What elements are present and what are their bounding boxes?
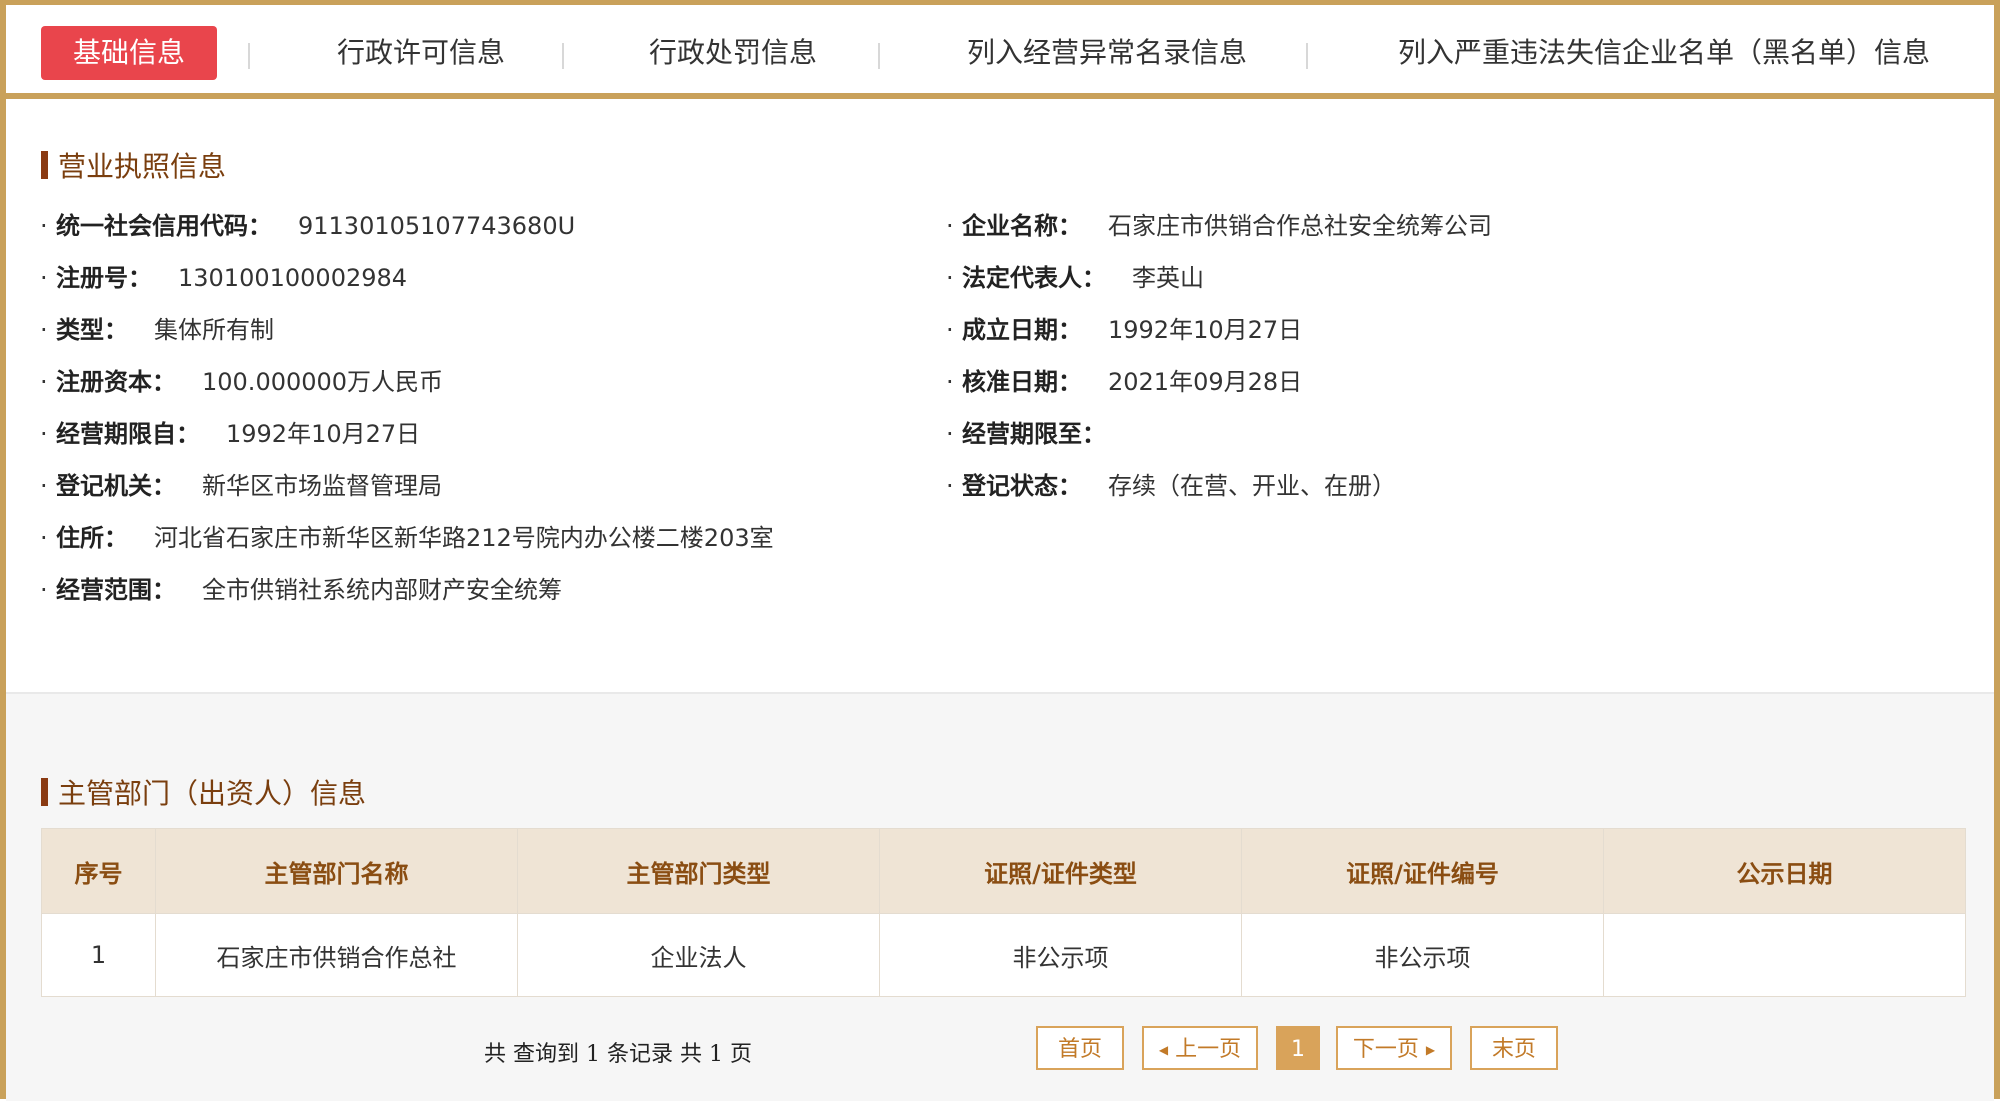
table-header-row: 序号 主管部门名称 主管部门类型 证照/证件类型 证照/证件编号 公示日期 bbox=[41, 828, 1966, 914]
label: 经营期限自： bbox=[56, 420, 200, 448]
last-page-button[interactable]: 末页 bbox=[1470, 1026, 1558, 1070]
tab-admin-penalty[interactable]: 行政处罚信息 bbox=[618, 26, 848, 80]
next-page-label: 下一页 bbox=[1352, 1037, 1419, 1062]
col-header-dept-name: 主管部门名称 bbox=[155, 828, 518, 914]
chevron-right-icon: ▶ bbox=[1425, 1043, 1436, 1057]
value: 130100100002984 bbox=[178, 264, 408, 292]
investor-section-title: 主管部门（出资人）信息 bbox=[41, 772, 366, 812]
section-marker bbox=[41, 151, 48, 179]
cell-cert-number: 非公示项 bbox=[1241, 913, 1604, 997]
value: 集体所有制 bbox=[154, 316, 274, 344]
col-header-dept-type: 主管部门类型 bbox=[517, 828, 880, 914]
col-header-cert-type: 证照/证件类型 bbox=[879, 828, 1242, 914]
label: 登记机关： bbox=[56, 472, 176, 500]
cell-dept-name: 石家庄市供销合作总社 bbox=[155, 913, 518, 997]
info-type: · 类型： 集体所有制 bbox=[40, 316, 274, 344]
info-approval-date: · 核准日期： 2021年09月28日 bbox=[946, 368, 1303, 396]
value: 存续（在营、开业、在册） bbox=[1108, 472, 1396, 500]
info-reg-status: · 登记状态： 存续（在营、开业、在册） bbox=[946, 472, 1396, 500]
label: 经营范围： bbox=[56, 576, 176, 604]
label: 核准日期： bbox=[962, 368, 1082, 396]
info-credit-code: · 统一社会信用代码： 91130105107743680U bbox=[40, 212, 576, 240]
label: 注册资本： bbox=[56, 368, 176, 396]
tab-separator bbox=[1306, 43, 1308, 69]
label: 注册号： bbox=[56, 264, 152, 292]
info-authority: · 登记机关： 新华区市场监督管理局 bbox=[40, 472, 442, 500]
label: 住所： bbox=[56, 524, 128, 552]
col-header-publish-date: 公示日期 bbox=[1603, 828, 1966, 914]
first-page-button[interactable]: 首页 bbox=[1036, 1026, 1124, 1070]
investor-table: 序号 主管部门名称 主管部门类型 证照/证件类型 证照/证件编号 公示日期 1 … bbox=[41, 828, 1966, 997]
info-address: · 住所： 河北省石家庄市新华区新华路212号院内办公楼二楼203室 bbox=[40, 524, 774, 552]
value: 李英山 bbox=[1132, 264, 1204, 292]
value: 100.000000万人民币 bbox=[202, 368, 444, 396]
label: 法定代表人： bbox=[962, 264, 1106, 292]
next-page-button[interactable]: 下一页 ▶ bbox=[1336, 1026, 1452, 1070]
cell-index: 1 bbox=[41, 913, 156, 997]
info-legal-rep: · 法定代表人： 李英山 bbox=[946, 264, 1204, 292]
label: 类型： bbox=[56, 316, 128, 344]
page-number-current[interactable]: 1 bbox=[1276, 1026, 1320, 1070]
license-title-text: 营业执照信息 bbox=[58, 150, 227, 183]
tab-abnormal-list[interactable]: 列入经营异常名录信息 bbox=[952, 26, 1262, 80]
info-scope: · 经营范围： 全市供销社系统内部财产安全统筹 bbox=[40, 576, 562, 604]
chevron-left-icon: ◀ bbox=[1158, 1043, 1169, 1057]
info-term-from: · 经营期限自： 1992年10月27日 bbox=[40, 420, 421, 448]
tab-blacklist[interactable]: 列入严重违法失信企业名单（黑名单）信息 bbox=[1384, 26, 1944, 80]
info-capital: · 注册资本： 100.000000万人民币 bbox=[40, 368, 444, 396]
value: 石家庄市供销合作总社安全统筹公司 bbox=[1108, 212, 1492, 240]
value: 河北省石家庄市新华区新华路212号院内办公楼二楼203室 bbox=[154, 524, 774, 552]
col-header-index: 序号 bbox=[41, 828, 156, 914]
prev-page-label: 上一页 bbox=[1175, 1037, 1242, 1062]
license-section-title: 营业执照信息 bbox=[41, 145, 226, 185]
cell-cert-type: 非公示项 bbox=[879, 913, 1242, 997]
info-company-name: · 企业名称： 石家庄市供销合作总社安全统筹公司 bbox=[946, 212, 1492, 240]
label: 登记状态： bbox=[962, 472, 1082, 500]
cell-dept-type: 企业法人 bbox=[517, 913, 880, 997]
record-summary: 共 查询到 1 条记录 共 1 页 bbox=[484, 1042, 752, 1067]
prev-page-button[interactable]: ◀ 上一页 bbox=[1142, 1026, 1258, 1070]
section-marker bbox=[41, 778, 48, 806]
label: 企业名称： bbox=[962, 212, 1082, 240]
value: 新华区市场监督管理局 bbox=[202, 472, 442, 500]
info-term-to: · 经营期限至： bbox=[946, 420, 1106, 448]
label: 成立日期： bbox=[962, 316, 1082, 344]
label: 统一社会信用代码： bbox=[56, 212, 272, 240]
value: 全市供销社系统内部财产安全统筹 bbox=[202, 576, 562, 604]
value: 91130105107743680U bbox=[298, 212, 576, 240]
value: 1992年10月27日 bbox=[226, 420, 421, 448]
info-reg-number: · 注册号： 130100100002984 bbox=[40, 264, 408, 292]
investor-title-text: 主管部门（出资人）信息 bbox=[58, 777, 367, 810]
info-founded-date: · 成立日期： 1992年10月27日 bbox=[946, 316, 1303, 344]
tab-admin-license[interactable]: 行政许可信息 bbox=[306, 26, 536, 80]
tab-bar: 基础信息 行政许可信息 行政处罚信息 列入经营异常名录信息 列入严重违法失信企业… bbox=[6, 5, 1994, 99]
table-row: 1 石家庄市供销合作总社 企业法人 非公示项 非公示项 bbox=[41, 913, 1966, 997]
tab-separator bbox=[562, 43, 564, 69]
tab-separator bbox=[248, 43, 250, 69]
label: 经营期限至： bbox=[962, 420, 1106, 448]
tab-basic-info[interactable]: 基础信息 bbox=[41, 26, 217, 80]
value: 2021年09月28日 bbox=[1108, 368, 1303, 396]
col-header-cert-number: 证照/证件编号 bbox=[1241, 828, 1604, 914]
cell-publish-date bbox=[1603, 913, 1966, 997]
value: 1992年10月27日 bbox=[1108, 316, 1303, 344]
tab-separator bbox=[878, 43, 880, 69]
